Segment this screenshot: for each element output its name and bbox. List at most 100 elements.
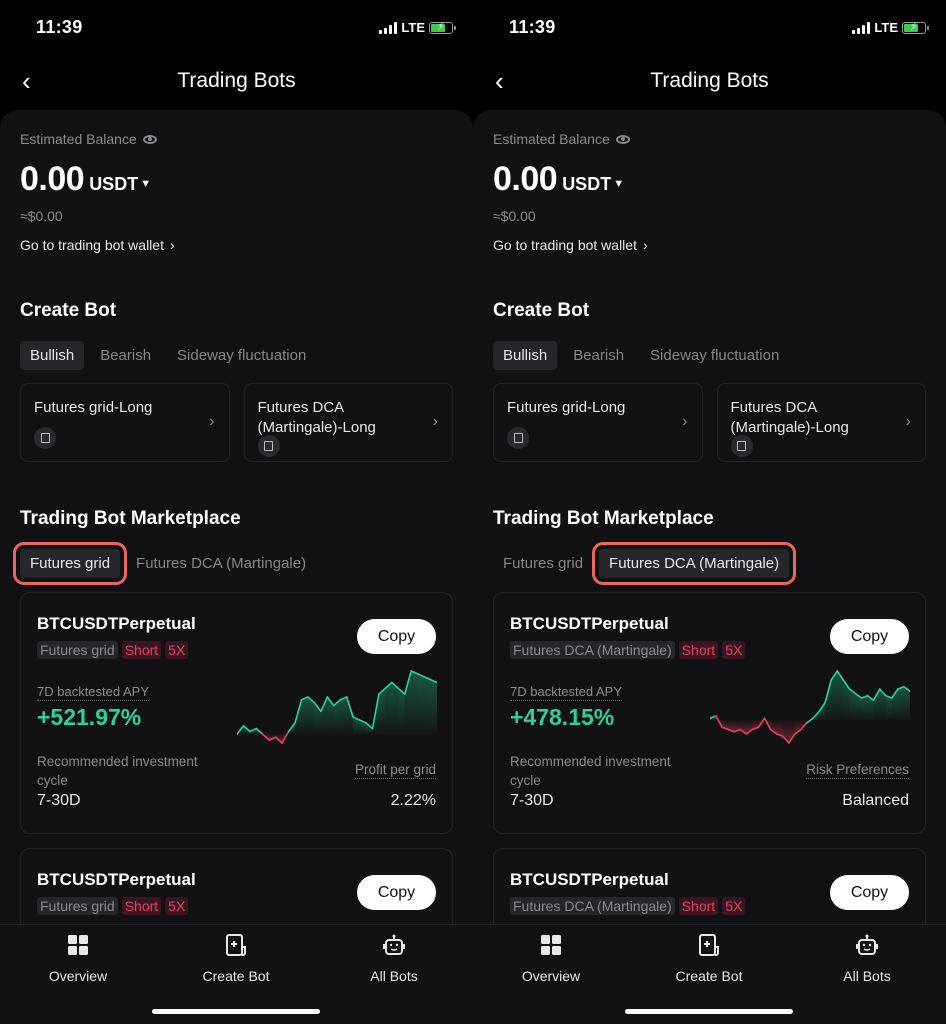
sparkline-area-segment — [385, 682, 392, 735]
apy-value: +478.15% — [510, 704, 615, 730]
wallet-link[interactable]: Go to trading bot wallet › — [493, 237, 648, 253]
strategy-tag: Futures DCA (Martingale) — [510, 641, 675, 659]
bot-tags: Futures grid Short 5X — [37, 641, 189, 659]
marketplace-title: Trading Bot Marketplace — [493, 508, 714, 529]
apy-value: +521.97% — [37, 704, 142, 730]
eye-icon[interactable] — [142, 134, 157, 144]
tab-overview[interactable]: Overview — [501, 933, 601, 984]
grid-bot-icon — [34, 427, 56, 449]
sparkline-area-segment — [861, 695, 868, 721]
copy-button[interactable]: Copy — [357, 619, 436, 654]
wallet-link-label: Go to trading bot wallet — [20, 237, 164, 253]
phone-screen-futures-grid: 11:39 LTE ⚡ ‹ Trading Bots Estimated Bal… — [0, 0, 473, 1024]
wallet-link-label: Go to trading bot wallet — [493, 237, 637, 253]
create-futures-dca-long[interactable]: Futures DCA (Martingale)-Long › — [243, 383, 453, 462]
create-bot-icon — [226, 934, 246, 956]
bot-pair: BTCUSDTPerpetual — [37, 870, 196, 889]
leverage-tag: 5X — [722, 641, 746, 659]
tab-all-bots[interactable]: All Bots — [817, 933, 917, 984]
create-card-label: Futures grid-Long — [507, 399, 626, 416]
home-indicator[interactable] — [625, 1009, 793, 1014]
create-bot-tabs: Bullish Bearish Sideway fluctuation — [493, 341, 789, 370]
create-bot-cards: Futures grid-Long › Futures DCA (Marting… — [493, 383, 926, 462]
strategy-tag: Futures grid — [37, 897, 118, 915]
tab-label: Overview — [521, 968, 581, 984]
bot-pair: BTCUSDTPerpetual — [510, 614, 669, 633]
copy-button[interactable]: Copy — [830, 619, 909, 654]
metric-label[interactable]: Risk Preferences — [806, 762, 909, 779]
tab-label: Overview — [48, 968, 108, 984]
signal-icon — [852, 21, 871, 34]
eye-icon[interactable] — [615, 134, 630, 144]
strategy-tag: Futures DCA (Martingale) — [510, 897, 675, 915]
nav-bar: ‹ Trading Bots — [0, 56, 473, 108]
currency-selector[interactable]: USDT ▼ — [89, 174, 151, 195]
tab-create-bot[interactable]: Create Bot — [186, 933, 286, 984]
overview-icon — [541, 935, 561, 955]
sparkline-area-segment — [340, 696, 347, 735]
balance-display: 0.00 USDT ▼ — [20, 160, 151, 199]
status-indicators: LTE ⚡ — [852, 20, 929, 35]
sparkline-area-segment — [903, 686, 910, 721]
wallet-link[interactable]: Go to trading bot wallet › — [20, 237, 175, 253]
bot-card[interactable]: BTCUSDTPerpetual Futures grid Short 5X Cop… — [20, 592, 453, 834]
create-bot-tabs: Bullish Bearish Sideway fluctuation — [20, 341, 316, 370]
tab-sideway-fluctuation[interactable]: Sideway fluctuation — [167, 341, 316, 370]
copy-button[interactable]: Copy — [830, 875, 909, 910]
tab-bearish[interactable]: Bearish — [563, 341, 634, 370]
robot-icon — [856, 934, 878, 955]
sparkline-area-segment — [897, 686, 904, 721]
status-time: 11:39 — [36, 17, 83, 37]
tab-futures-grid[interactable]: Futures grid — [12, 542, 128, 585]
apy-label[interactable]: 7D backtested APY — [510, 684, 623, 701]
overview-icon — [68, 935, 88, 955]
bottom-tab-bar: Overview Create Bot All Bots — [0, 924, 473, 1024]
home-indicator[interactable] — [152, 1009, 320, 1014]
battery-charging-icon: ⚡ — [902, 21, 929, 34]
chevron-right-icon: › — [905, 413, 911, 430]
tab-overview[interactable]: Overview — [28, 933, 128, 984]
leverage-tag: 5X — [165, 897, 189, 915]
direction-tag: Short — [121, 897, 162, 915]
leverage-tag: 5X — [722, 897, 746, 915]
tab-create-bot[interactable]: Create Bot — [659, 933, 759, 984]
tab-futures-dca-martingale[interactable]: Futures DCA (Martingale) — [126, 549, 316, 578]
apy-label[interactable]: 7D backtested APY — [37, 684, 150, 701]
create-futures-grid-long[interactable]: Futures grid-Long › — [493, 383, 703, 462]
tab-bullish[interactable]: Bullish — [493, 341, 558, 370]
create-bot-title: Create Bot — [20, 300, 117, 321]
tab-bullish[interactable]: Bullish — [20, 341, 85, 370]
marketplace-tabs: Futures grid Futures DCA (Martingale) — [12, 542, 316, 585]
currency-label: USDT — [89, 174, 139, 194]
create-futures-grid-long[interactable]: Futures grid-Long › — [20, 383, 230, 462]
leverage-tag: 5X — [165, 641, 189, 659]
page-title: Trading Bots — [650, 69, 769, 92]
create-bot-title: Create Bot — [493, 300, 590, 321]
metric-label[interactable]: Profit per grid — [354, 762, 436, 779]
estimated-balance-text: Estimated Balance — [20, 131, 137, 147]
chevron-right-icon: › — [209, 413, 215, 430]
direction-tag: Short — [121, 641, 162, 659]
create-bot-cards: Futures grid-Long › Futures DCA (Marting… — [20, 383, 453, 462]
currency-selector[interactable]: USDT ▼ — [562, 174, 624, 195]
recommended-cycle-value: 7-30D — [37, 792, 81, 809]
currency-label: USDT — [562, 174, 612, 194]
bot-card[interactable]: BTCUSDTPerpetual Futures DCA (Martingale… — [493, 592, 926, 834]
bottom-tab-bar: Overview Create Bot All Bots — [473, 924, 946, 1024]
recommended-cycle-value: 7-30D — [510, 792, 554, 809]
tab-futures-dca-martingale[interactable]: Futures DCA (Martingale) — [592, 542, 797, 585]
direction-tag: Short — [678, 641, 719, 659]
recommended-cycle-label: Recommended investment cycle — [37, 754, 198, 788]
apy-sparkline — [710, 670, 910, 744]
sparkline-area-segment — [430, 679, 437, 735]
sparkline-area-segment — [378, 688, 386, 735]
sparkline-area-segment — [398, 688, 405, 735]
create-bot-icon — [699, 934, 719, 956]
tab-all-bots[interactable]: All Bots — [344, 933, 444, 984]
tab-futures-grid[interactable]: Futures grid — [493, 549, 593, 578]
tab-label: All Bots — [843, 968, 891, 984]
copy-button[interactable]: Copy — [357, 875, 436, 910]
tab-sideway-fluctuation[interactable]: Sideway fluctuation — [640, 341, 789, 370]
create-futures-dca-long[interactable]: Futures DCA (Martingale)-Long › — [716, 383, 926, 462]
tab-bearish[interactable]: Bearish — [90, 341, 161, 370]
